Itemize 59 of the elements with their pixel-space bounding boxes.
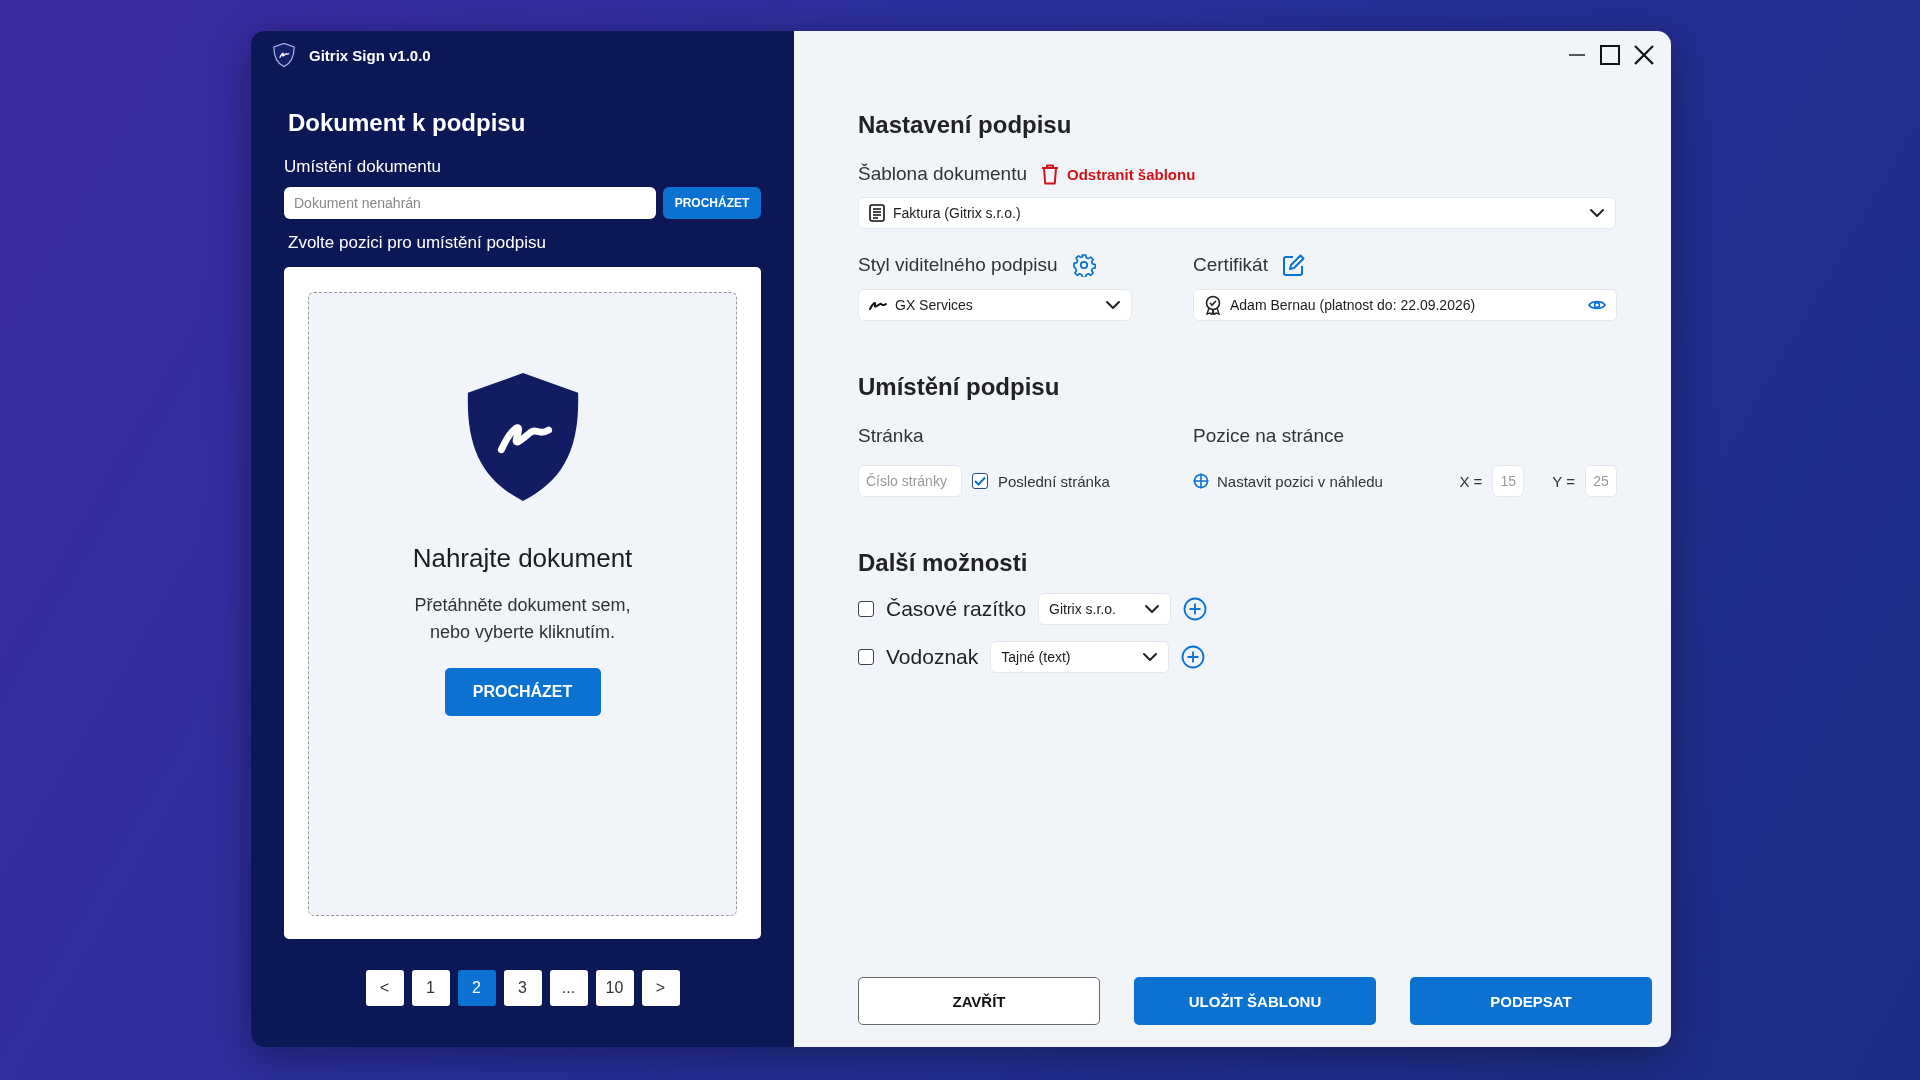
coordinate-label: X = xyxy=(1459,472,1483,490)
field-label: Zvolte pozici pro umístění podpisu xyxy=(288,233,547,253)
checkbox-label: Poslední stránka xyxy=(998,472,1110,490)
secondary-button[interactable]: ZAVŘÍT xyxy=(858,977,1100,1025)
browse-button[interactable]: PROCHÁZET xyxy=(444,668,601,716)
primary-button[interactable]: ULOŽIT ŠABLONU xyxy=(1134,977,1376,1025)
checkbox[interactable] xyxy=(972,473,988,489)
award-icon xyxy=(1204,295,1222,315)
primary-button[interactable]: PODEPSAT xyxy=(1410,977,1652,1025)
window-title: Gitrix Sign v1.0.0 xyxy=(309,46,431,64)
page-button[interactable]: 10 xyxy=(595,970,634,1006)
close-icon[interactable] xyxy=(1634,45,1654,65)
page-button[interactable]: 1 xyxy=(411,970,450,1006)
checkbox-label: Časové razítko xyxy=(886,597,1027,621)
field-label: Umístění dokumentu xyxy=(284,157,442,177)
field-label: Pozice na stránce xyxy=(1193,425,1346,447)
checkbox-label: Vodoznak xyxy=(886,645,979,669)
document-icon xyxy=(869,204,885,222)
maximize-icon[interactable] xyxy=(1600,45,1620,65)
signature-style-select[interactable]: GX Services xyxy=(858,289,1132,321)
field-label: Styl viditelného podpisu xyxy=(858,254,1058,276)
section-heading: Další možnosti xyxy=(858,549,1029,577)
checkbox[interactable] xyxy=(858,601,874,617)
checkbox[interactable] xyxy=(858,649,874,665)
field-label: Certifikát xyxy=(1193,254,1268,276)
page-number-field[interactable]: Číslo stránky xyxy=(858,465,962,497)
page-button[interactable]: > xyxy=(641,970,680,1006)
eye-icon[interactable] xyxy=(1588,298,1606,312)
page-button[interactable]: < xyxy=(365,970,404,1006)
option-select[interactable]: Tajné (text) xyxy=(990,641,1170,673)
panel-heading: Dokument k podpisu xyxy=(288,109,527,137)
drop-zone-text: Přetáhněte dokument sem, nebo vyberte kliknutím. xyxy=(414,594,631,644)
shield-logo-icon xyxy=(273,43,295,67)
section-heading: Nastavení podpisu xyxy=(858,111,1073,139)
drop-zone[interactable]: Nahrajte dokument Přetáhněte dokument sem, nebo vyberte kliknutím. PROCHÁZET xyxy=(308,292,737,916)
browse-button[interactable]: PROCHÁZET xyxy=(663,187,761,219)
edit-icon[interactable] xyxy=(1281,253,1306,277)
plus-circle-icon[interactable] xyxy=(1181,645,1206,669)
certificate-select[interactable]: Adam Bernau (platnost do: 22.09.2026) xyxy=(1193,289,1617,321)
gear-icon[interactable] xyxy=(1071,253,1096,277)
coordinate-label: Y = xyxy=(1552,472,1575,490)
signature-icon xyxy=(869,299,887,311)
x-coordinate-field[interactable]: 15 xyxy=(1492,465,1525,497)
template-select[interactable]: Faktura (Gitrix s.r.o.) xyxy=(858,197,1616,229)
option-select[interactable]: Gitrix s.r.o. xyxy=(1038,593,1172,625)
trash-icon xyxy=(1041,163,1059,185)
document-field[interactable]: Dokument nenahrán xyxy=(284,187,656,219)
field-label: Šablona dokumentu xyxy=(858,163,1027,185)
field-label: Stránka xyxy=(858,425,925,447)
page-button[interactable]: 2 xyxy=(457,970,496,1006)
set-position-link[interactable]: Nastavit pozici v náhledu xyxy=(1193,472,1383,490)
drop-zone-title: Nahrajte dokument xyxy=(412,543,633,574)
remove-template-link[interactable]: Odstranit šablonu xyxy=(1041,163,1196,185)
section-heading: Umístění podpisu xyxy=(858,373,1061,401)
crosshair-icon xyxy=(1193,473,1209,489)
y-coordinate-field[interactable]: 25 xyxy=(1585,465,1617,497)
page-button[interactable]: 3 xyxy=(503,970,542,1006)
plus-circle-icon[interactable] xyxy=(1183,597,1208,621)
page-button[interactable]: ... xyxy=(549,970,588,1006)
